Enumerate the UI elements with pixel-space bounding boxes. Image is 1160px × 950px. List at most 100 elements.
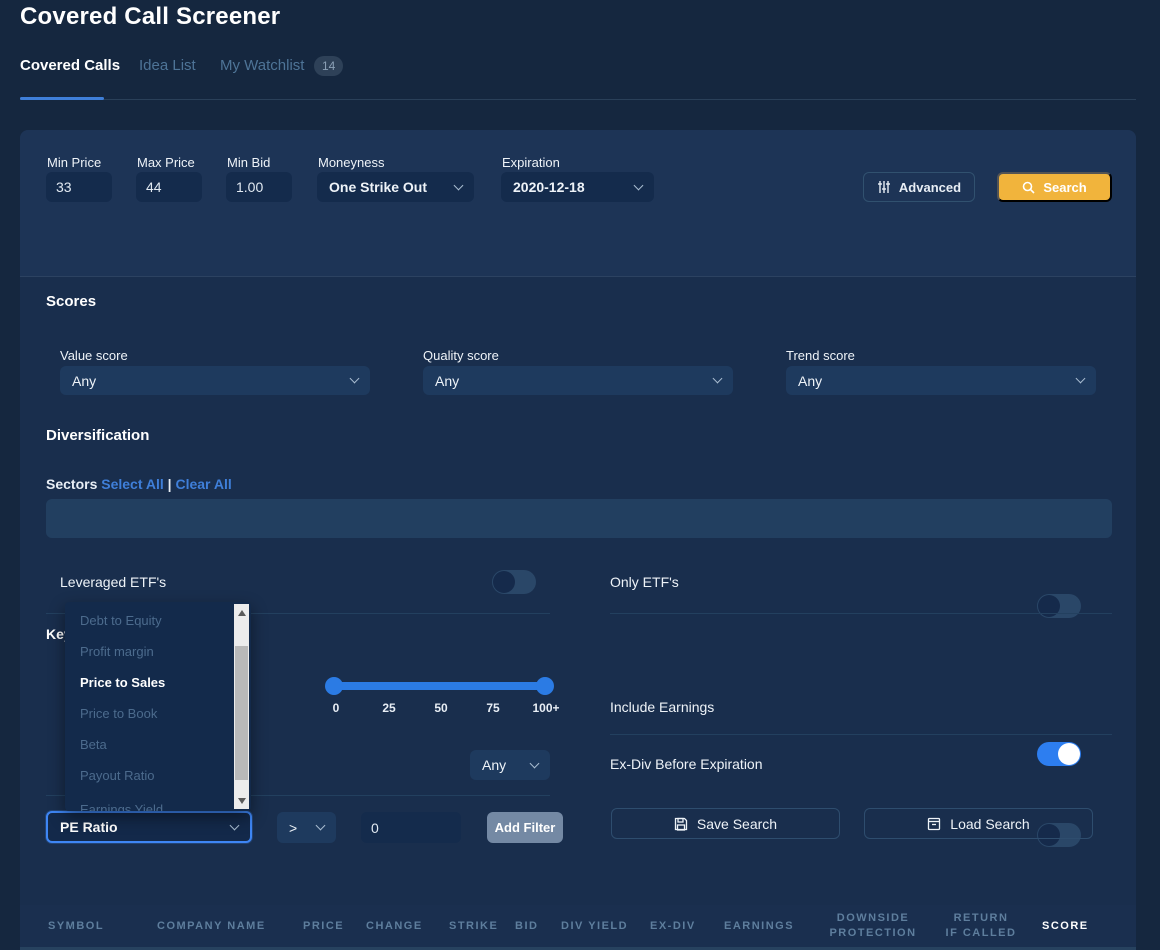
toggle-knob xyxy=(1058,743,1080,765)
max-price-input[interactable] xyxy=(136,172,202,202)
dropdown-item-earnings-yield[interactable]: Earnings Yield xyxy=(65,794,233,811)
sectors-select-all-link[interactable]: Select All xyxy=(101,476,164,492)
slider-tick: 75 xyxy=(486,701,499,715)
tab-idea-list[interactable]: Idea List xyxy=(139,57,196,74)
metric-dropdown-list: Debt to Equity Profit margin Price to Sa… xyxy=(65,602,251,811)
slider-handle-max[interactable] xyxy=(536,677,554,695)
include-earnings-label: Include Earnings xyxy=(610,699,714,715)
load-icon xyxy=(927,817,941,831)
moneyness-select[interactable]: One Strike Out xyxy=(317,172,474,202)
tab-my-watchlist[interactable]: My Watchlist xyxy=(220,57,304,74)
column-header-ex-div[interactable]: EX-DIV xyxy=(650,920,696,932)
chevron-down-icon xyxy=(530,758,540,768)
any-select-value: Any xyxy=(482,757,506,773)
dropdown-item-profit-margin[interactable]: Profit margin xyxy=(65,636,233,667)
tab-covered-calls[interactable]: Covered Calls xyxy=(20,57,120,74)
right-column-divider xyxy=(610,613,1112,614)
column-header-downside-protection[interactable]: DOWNSIDE PROTECTION xyxy=(829,911,916,941)
leveraged-etfs-label: Leveraged ETF's xyxy=(60,574,166,590)
trend-score-select[interactable]: Any xyxy=(786,366,1096,395)
include-earnings-toggle[interactable] xyxy=(1037,742,1081,766)
scores-heading: Scores xyxy=(46,293,96,310)
metric-select-value: PE Ratio xyxy=(60,819,118,835)
triangle-down-icon xyxy=(238,798,246,804)
sliders-icon xyxy=(877,180,891,194)
chevron-down-icon xyxy=(350,374,360,384)
min-bid-input[interactable] xyxy=(226,172,292,202)
chevron-down-icon xyxy=(316,821,326,831)
save-search-label: Save Search xyxy=(697,816,777,832)
sectors-label: Sectors xyxy=(46,476,97,492)
slider-tick: 100+ xyxy=(532,701,559,715)
scrollbar-thumb[interactable] xyxy=(235,646,248,780)
moneyness-label: Moneyness xyxy=(318,155,384,170)
page-title: Covered Call Screener xyxy=(20,3,280,31)
only-etfs-toggle[interactable] xyxy=(1037,594,1081,618)
add-filter-button[interactable]: Add Filter xyxy=(487,812,563,843)
column-header-change[interactable]: CHANGE xyxy=(366,920,423,932)
column-header-strike[interactable]: STRIKE xyxy=(449,920,498,932)
expiration-label: Expiration xyxy=(502,155,560,170)
any-select[interactable]: Any xyxy=(470,750,550,780)
quality-score-select[interactable]: Any xyxy=(423,366,733,395)
advanced-button-label: Advanced xyxy=(899,180,961,195)
min-price-input[interactable] xyxy=(46,172,112,202)
search-filter-bar xyxy=(20,130,1136,277)
save-search-button[interactable]: Save Search xyxy=(611,808,840,839)
leveraged-etfs-toggle[interactable] xyxy=(492,570,536,594)
column-header-price[interactable]: PRICE xyxy=(303,920,344,932)
dropdown-item-beta[interactable]: Beta xyxy=(65,729,233,760)
chevron-down-icon xyxy=(634,180,644,190)
sectors-row: Sectors Select All | Clear All xyxy=(46,476,232,492)
search-icon xyxy=(1022,181,1035,194)
results-table-header: SYMBOL COMPANY NAME PRICE CHANGE STRIKE … xyxy=(20,905,1136,947)
column-header-company-name[interactable]: COMPANY NAME xyxy=(157,920,266,932)
advanced-button[interactable]: Advanced xyxy=(863,172,975,202)
expiration-value: 2020-12-18 xyxy=(513,179,585,195)
value-score-select[interactable]: Any xyxy=(60,366,370,395)
dropdown-item-debt-to-equity[interactable]: Debt to Equity xyxy=(65,605,233,636)
slider-tick: 0 xyxy=(333,701,340,715)
save-icon xyxy=(674,817,688,831)
slider-tick: 25 xyxy=(382,701,395,715)
sectors-selection-box[interactable] xyxy=(46,499,1112,538)
column-header-score[interactable]: SCORE xyxy=(1042,920,1089,932)
toggle-knob xyxy=(493,571,515,593)
filter-value-input[interactable] xyxy=(361,812,461,843)
right-row-divider xyxy=(610,734,1112,735)
column-header-bid[interactable]: BID xyxy=(515,920,538,932)
min-price-label: Min Price xyxy=(47,155,101,170)
operator-select[interactable]: > xyxy=(277,812,336,843)
chevron-down-icon xyxy=(713,374,723,384)
column-header-earnings[interactable]: EARNINGS xyxy=(724,920,794,932)
dropdown-item-price-to-book[interactable]: Price to Book xyxy=(65,698,233,729)
only-etfs-label: Only ETF's xyxy=(610,574,679,590)
column-header-div-yield[interactable]: DIV YIELD xyxy=(561,920,628,932)
min-bid-label: Min Bid xyxy=(227,155,270,170)
dropdown-item-payout-ratio[interactable]: Payout Ratio xyxy=(65,760,233,791)
sectors-clear-all-link[interactable]: Clear All xyxy=(175,476,231,492)
quality-score-value: Any xyxy=(435,373,459,389)
slider-tick: 50 xyxy=(434,701,447,715)
ex-div-label: Ex-Div Before Expiration xyxy=(610,756,763,772)
active-tab-underline xyxy=(20,97,104,100)
scrollbar-up-arrow[interactable] xyxy=(234,604,249,621)
load-search-label: Load Search xyxy=(950,816,1029,832)
range-slider-track[interactable] xyxy=(334,682,545,690)
sectors-separator: | xyxy=(168,476,172,492)
dropdown-scrollbar[interactable] xyxy=(234,604,249,809)
chevron-down-icon xyxy=(230,820,240,830)
quality-score-label: Quality score xyxy=(423,348,499,363)
scrollbar-down-arrow[interactable] xyxy=(234,792,249,809)
tabs-divider xyxy=(20,99,1136,100)
search-button[interactable]: Search xyxy=(997,172,1112,202)
expiration-select[interactable]: 2020-12-18 xyxy=(501,172,654,202)
load-search-button[interactable]: Load Search xyxy=(864,808,1093,839)
column-header-symbol[interactable]: SYMBOL xyxy=(48,920,104,932)
metric-select[interactable]: PE Ratio xyxy=(46,811,252,843)
triangle-up-icon xyxy=(238,610,246,616)
column-header-return-if-called[interactable]: RETURN IF CALLED xyxy=(946,911,1017,941)
dropdown-item-price-to-sales[interactable]: Price to Sales xyxy=(65,667,233,698)
watchlist-count-badge: 14 xyxy=(314,56,343,76)
slider-handle-min[interactable] xyxy=(325,677,343,695)
